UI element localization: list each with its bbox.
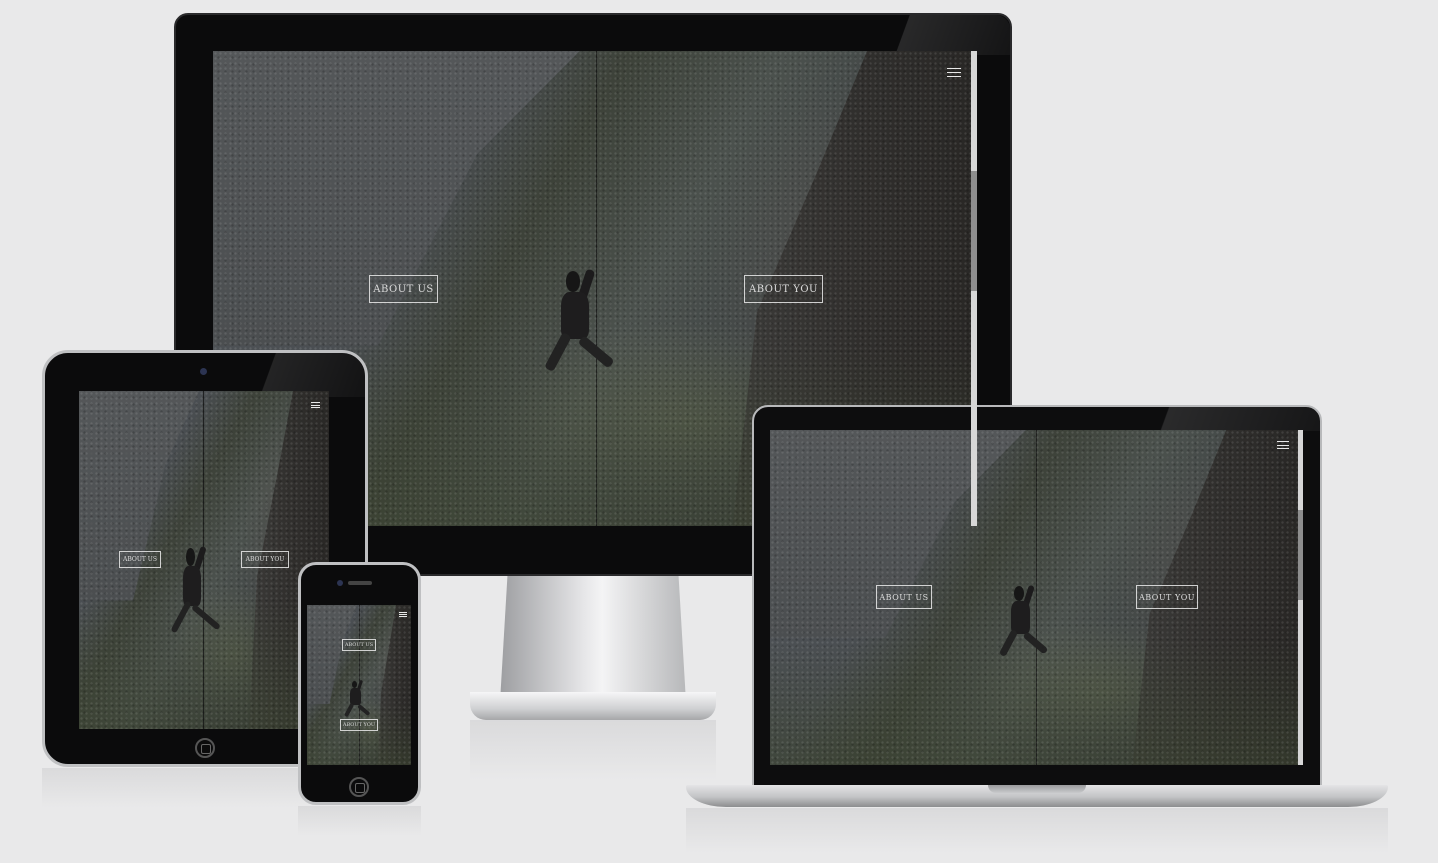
abseiler-figure [544,268,615,374]
hamburger-menu-icon[interactable] [947,68,961,77]
abseiler-figure [170,545,221,636]
laptop-screen: ABOUT US ABOUT YOU [770,430,1303,765]
scrollbar[interactable] [971,51,977,526]
desktop-reflection [470,720,716,780]
laptop-gloss [1100,407,1320,431]
phone-screen: ABOUT US ABOUT YOU [307,605,411,765]
tablet-camera [200,368,207,375]
about-you-button[interactable]: ABOUT YOU [241,551,289,568]
scrollbar[interactable] [1298,430,1303,765]
desktop-stand [500,576,686,702]
abseiler-figure [998,584,1048,659]
about-us-button[interactable]: ABOUT US [119,551,161,568]
about-us-button[interactable]: ABOUT US [876,585,932,609]
about-you-button[interactable]: ABOUT YOU [340,719,378,731]
home-button-icon[interactable] [195,738,215,758]
hamburger-menu-icon[interactable] [1277,441,1289,449]
phone: ABOUT US ABOUT YOU [298,562,421,805]
phone-reflection [298,806,421,836]
tablet-screen: ABOUT US ABOUT YOU [79,391,329,729]
hamburger-menu-icon[interactable] [399,612,407,617]
desktop-gloss [860,15,1010,55]
about-you-button[interactable]: ABOUT YOU [1136,585,1198,609]
hamburger-menu-icon[interactable] [311,402,320,408]
laptop-reflection [686,808,1388,853]
laptop: ABOUT US ABOUT YOU [752,405,1322,787]
abseiler-figure [343,679,371,718]
about-us-button[interactable]: ABOUT US [369,275,438,303]
phone-speaker [348,581,372,585]
home-button-icon[interactable] [349,777,369,797]
about-you-button[interactable]: ABOUT YOU [744,275,823,303]
cliff-face [377,605,411,765]
about-us-button[interactable]: ABOUT US [342,639,376,651]
desktop-base [470,692,716,720]
phone-camera [337,580,343,586]
laptop-notch [988,785,1086,793]
